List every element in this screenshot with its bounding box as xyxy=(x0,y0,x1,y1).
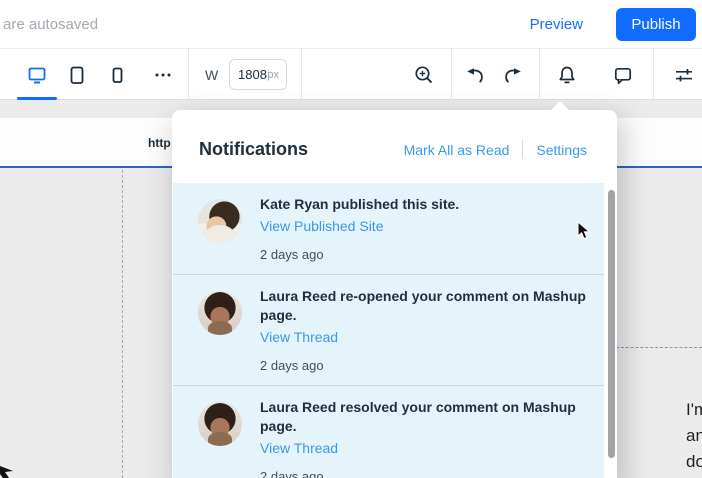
notification-timestamp: 2 days ago xyxy=(260,247,324,262)
notification-body: Laura Reed resolved your comment on Mash… xyxy=(260,398,594,478)
width-input-box[interactable]: px xyxy=(229,59,287,90)
canvas-horizontal-guide xyxy=(616,347,702,348)
notifications-list: Kate Ryan published this site. View Publ… xyxy=(173,183,604,478)
header-separator xyxy=(522,140,524,159)
notifications-header: Notifications Mark All as Read Settings xyxy=(172,110,617,183)
toolbar-separator xyxy=(188,49,189,100)
undo-icon[interactable] xyxy=(465,64,487,86)
view-thread-link[interactable]: View Thread xyxy=(260,438,594,458)
preview-button[interactable]: Preview xyxy=(530,16,583,33)
canvas-vertical-guide xyxy=(122,170,123,478)
notification-settings-button[interactable]: Settings xyxy=(536,142,587,158)
editor-toolbar: W px xyxy=(0,49,702,100)
tablet-view-icon[interactable] xyxy=(66,64,88,86)
canvas-paragraph-line: do xyxy=(686,452,702,471)
toolbar-separator xyxy=(301,49,302,100)
notification-item[interactable]: Kate Ryan published this site. View Publ… xyxy=(173,183,604,274)
zoom-in-icon[interactable] xyxy=(413,64,435,86)
canvas-paragraph-fragment: I'm an do xyxy=(686,397,702,475)
mouse-cursor xyxy=(577,221,591,240)
redo-icon[interactable] xyxy=(501,64,523,86)
corner-cursor-icon xyxy=(0,466,13,478)
mark-all-read-button[interactable]: Mark All as Read xyxy=(404,142,510,158)
width-input[interactable] xyxy=(238,67,270,82)
width-unit: px xyxy=(267,69,279,81)
adjust-sliders-icon[interactable] xyxy=(673,64,695,86)
desktop-active-indicator xyxy=(17,97,57,100)
notifications-bell-icon[interactable] xyxy=(556,64,578,86)
view-published-site-link[interactable]: View Published Site xyxy=(260,216,594,236)
more-options-icon[interactable] xyxy=(152,64,174,86)
canvas-paragraph-line: an xyxy=(686,426,702,445)
desktop-view-icon[interactable] xyxy=(26,64,48,86)
width-label: W xyxy=(205,67,219,83)
mobile-view-icon[interactable] xyxy=(106,64,128,86)
comments-icon[interactable] xyxy=(612,64,634,86)
panel-scrollbar[interactable] xyxy=(608,190,615,458)
notification-item[interactable]: Laura Reed re-opened your comment on Mas… xyxy=(173,274,604,385)
notification-timestamp: 2 days ago xyxy=(260,469,324,478)
editor-screen: http I'm an do are autosaved Preview Pub… xyxy=(0,0,702,478)
notification-item[interactable]: Laura Reed resolved your comment on Mash… xyxy=(173,385,604,478)
notification-title: Laura Reed re-opened your comment on Mas… xyxy=(260,288,586,323)
avatar xyxy=(198,291,242,335)
autosave-status: are autosaved xyxy=(3,16,99,33)
top-bar: are autosaved Preview Publish xyxy=(0,0,702,49)
canvas-url-text: http xyxy=(148,136,171,150)
avatar xyxy=(198,402,242,446)
publish-button[interactable]: Publish xyxy=(616,8,696,41)
notification-body: Kate Ryan published this site. View Publ… xyxy=(260,195,594,262)
toolbar-separator xyxy=(653,49,654,100)
notifications-panel: Notifications Mark All as Read Settings … xyxy=(172,101,617,478)
toolbar-separator xyxy=(539,49,540,100)
toolbar-separator xyxy=(451,49,452,100)
notifications-title: Notifications xyxy=(199,139,309,159)
notification-timestamp: 2 days ago xyxy=(260,358,324,373)
view-thread-link[interactable]: View Thread xyxy=(260,327,594,347)
notification-body: Laura Reed re-opened your comment on Mas… xyxy=(260,287,594,373)
avatar xyxy=(198,199,242,243)
notification-title: Kate Ryan published this site. xyxy=(260,196,460,212)
notification-title: Laura Reed resolved your comment on Mash… xyxy=(260,399,576,434)
canvas-paragraph-line: I'm xyxy=(686,400,702,419)
